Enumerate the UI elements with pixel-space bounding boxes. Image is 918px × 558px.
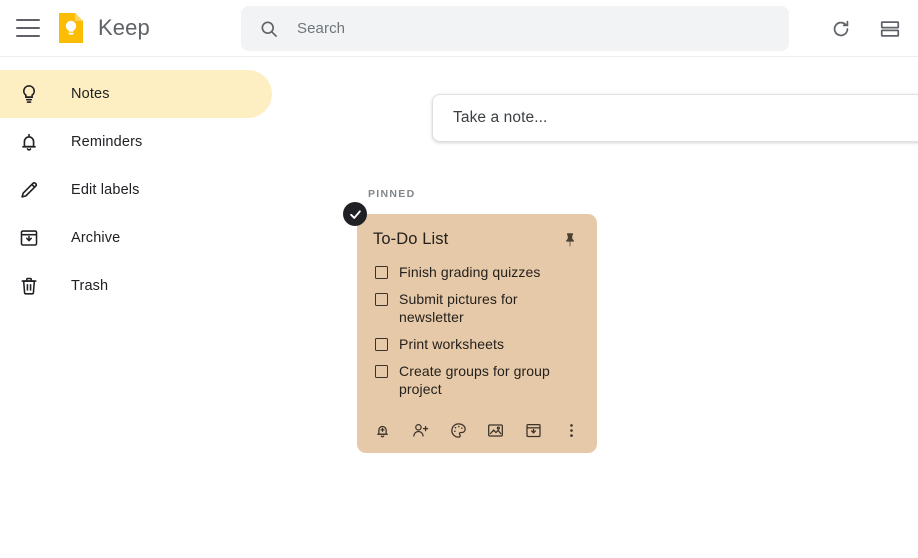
keep-logo-icon[interactable]: [54, 11, 88, 45]
take-a-note-input[interactable]: Take a note...: [432, 94, 918, 142]
sidebar-item-notes[interactable]: Notes: [0, 70, 272, 118]
pinned-section-label: PINNED: [368, 188, 415, 200]
page-title: Keep: [98, 15, 150, 41]
archive-icon[interactable]: [524, 419, 544, 441]
sidebar-item-archive[interactable]: Archive: [0, 214, 290, 262]
bell-icon: [17, 130, 41, 154]
main-content: Take a note... PINNED To-Do List: [290, 58, 918, 558]
search-input[interactable]: Search: [241, 6, 789, 51]
pin-icon[interactable]: [561, 231, 581, 251]
list-item[interactable]: Finish grading quizzes: [373, 263, 581, 281]
list-view-icon[interactable]: [875, 14, 905, 44]
list-item-label: Create groups for group project: [399, 362, 567, 398]
reminder-icon[interactable]: [373, 419, 393, 441]
checkbox-icon[interactable]: [375, 266, 388, 279]
checkbox-icon[interactable]: [375, 338, 388, 351]
list-item[interactable]: Submit pictures for newsletter: [373, 290, 581, 326]
image-icon[interactable]: [486, 419, 506, 441]
keep-app-window: Keep Search: [0, 0, 918, 558]
hamburger-menu-icon[interactable]: [16, 19, 40, 37]
refresh-icon[interactable]: [826, 14, 856, 44]
sidebar-item-edit-labels[interactable]: Edit labels: [0, 166, 290, 214]
sidebar-item-label: Reminders: [71, 134, 142, 150]
note-header: To-Do List: [373, 230, 581, 251]
lightbulb-icon: [17, 82, 41, 106]
pencil-icon: [17, 178, 41, 202]
search-placeholder: Search: [297, 20, 345, 37]
more-options-icon[interactable]: [561, 419, 581, 441]
sidebar-item-label: Trash: [71, 278, 108, 294]
list-item-label: Submit pictures for newsletter: [399, 290, 567, 326]
list-item[interactable]: Create groups for group project: [373, 362, 581, 398]
palette-icon[interactable]: [448, 419, 468, 441]
note-title: To-Do List: [373, 230, 448, 249]
keep-logo-svg: [54, 11, 88, 45]
search-icon: [259, 19, 279, 39]
checkbox-icon[interactable]: [375, 293, 388, 306]
sidebar: Notes Reminders Edit labels: [0, 58, 290, 558]
sidebar-item-reminders[interactable]: Reminders: [0, 118, 290, 166]
take-a-note-placeholder: Take a note...: [453, 109, 547, 127]
checkbox-icon[interactable]: [375, 365, 388, 378]
note-card[interactable]: To-Do List Finish grading quizzes Submit…: [357, 214, 597, 453]
list-item-label: Print worksheets: [399, 335, 504, 353]
sidebar-item-label: Notes: [71, 86, 110, 102]
sidebar-item-label: Archive: [71, 230, 120, 246]
sidebar-item-trash[interactable]: Trash: [0, 262, 290, 310]
check-circle-icon[interactable]: [343, 202, 367, 226]
sidebar-item-label: Edit labels: [71, 182, 140, 198]
trash-icon: [17, 274, 41, 298]
archive-icon: [17, 226, 41, 250]
note-checklist: Finish grading quizzes Submit pictures f…: [373, 263, 581, 398]
list-item[interactable]: Print worksheets: [373, 335, 581, 353]
note-toolbar: [373, 407, 581, 453]
app-header: Keep Search: [0, 0, 918, 57]
list-item-label: Finish grading quizzes: [399, 263, 541, 281]
collaborator-icon[interactable]: [411, 419, 431, 441]
